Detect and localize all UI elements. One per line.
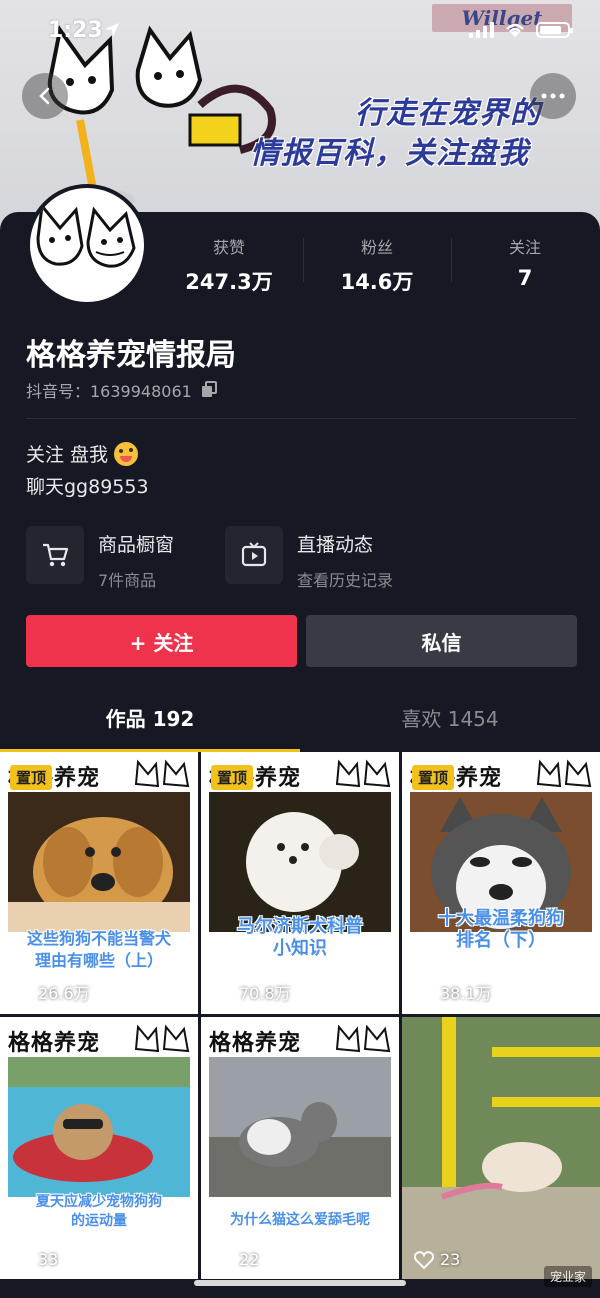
profile-stats: 获赞 247.3万 粉丝 14.6万 关注 7 [155,230,600,294]
video-caption: 夏天应减少宠物狗狗 的运动量 [36,1194,162,1229]
status-time: 1:23 [48,18,103,43]
pinned-badge: 置顶 [211,765,254,790]
stat-label: 获赞 [212,238,245,257]
wifi-icon [506,23,524,37]
tab-works[interactable]: 作品 192 [0,690,300,752]
card-header: 格格养宠 [8,1031,101,1056]
like-count-text: 70.8万 [239,984,291,1003]
video-caption: 十大最温柔狗狗 排名（下） [438,908,564,951]
stat-value: 7 [517,266,533,290]
live-history-title: 直播动态 [297,534,374,556]
video-thumbnail [209,792,391,932]
chevron-left-icon [39,87,50,105]
video-caption: 马尔济斯犬科普 小知识 [237,916,363,959]
douyin-id-text: 抖音号：1639948061 [26,382,192,401]
pinned-badge: 置顶 [412,765,455,790]
cats-doodle-icon [335,1024,391,1053]
like-count: 33 [12,1250,58,1269]
video-card[interactable]: 格格养宠 置顶 这些狗狗不能当警犬 理由有哪些（上） 26.6万 [0,752,198,1014]
tab-likes[interactable]: 喜欢 1454 [300,690,600,752]
back-button[interactable] [22,73,68,119]
like-count-text: 23 [440,1250,461,1269]
bio-line2: 聊天gg89553 [26,476,149,498]
live-tv-icon [225,526,283,584]
content-tabs: 作品 192 喜欢 1454 [0,690,600,752]
shopping-cart-icon [26,526,84,584]
stat-value: 14.6万 [340,270,414,294]
like-count: 38.1万 [414,980,492,1004]
avatar-cats-image [36,202,136,268]
more-dots-icon [541,93,565,99]
home-indicator[interactable] [194,1280,406,1286]
bio-text: 关注 盘我 [26,444,109,466]
copy-icon [201,381,217,397]
video-thumbnail [209,1057,391,1197]
divider [26,418,576,419]
cover-slogan-line1: 行走在宠界的 [355,96,541,131]
video-card[interactable]: 格格养宠 夏天应减少宠物狗狗 的运动量 33 [0,1017,198,1279]
video-thumbnail [402,1017,600,1279]
shop-window-title: 商品橱窗 [98,534,175,556]
video-card[interactable]: 格格养宠 为什么猫这么爱舔毛呢 22 [201,1017,399,1279]
video-thumbnail [8,792,190,932]
like-count-text: 22 [239,1250,260,1269]
watermark: 宠业家 [543,1266,592,1287]
heart-icon [213,983,233,1001]
video-caption: 这些狗狗不能当警犬 理由有哪些（上） [26,929,171,970]
like-count-text: 33 [38,1250,59,1269]
cats-doodle-icon [536,759,592,788]
like-count: 22 [213,1250,259,1269]
cover-slogan-line2: 情报百科，关注盘我 [250,136,529,171]
profile-name: 格格养宠情报局 [26,338,236,373]
stat-fans[interactable]: 粉丝 14.6万 [303,230,451,294]
stat-label: 关注 [508,238,541,257]
video-thumbnail [8,1057,190,1197]
avatar[interactable] [26,184,148,306]
heart-icon [414,1250,434,1269]
cats-doodle-icon [134,759,190,788]
like-count: 26.6万 [12,980,90,1004]
cellular-signal-icon [469,22,494,38]
location-arrow-icon [105,23,119,37]
stat-value: 247.3万 [185,270,273,294]
pinned-badge: 置顶 [10,765,53,790]
like-count-text: 38.1万 [440,984,492,1003]
stat-label: 粉丝 [360,238,393,257]
video-caption: 为什么猫这么爱舔毛呢 [230,1212,370,1228]
video-card[interactable]: 格格养宠 置顶 十大最温柔狗狗 排名（下） 38.1万 [402,752,600,1014]
video-card[interactable]: 23 [402,1017,600,1279]
heart-icon [414,983,434,1001]
profile-panel: 获赞 247.3万 粉丝 14.6万 关注 7 格格养宠情报局 抖音号：1639… [0,184,600,752]
live-history-entry[interactable]: 直播动态 查看历史记录 [225,526,393,591]
heart-icon [213,1250,233,1269]
live-history-subtitle: 查看历史记录 [297,571,394,590]
like-count: 23 [414,1250,460,1269]
battery-icon [536,22,573,38]
zany-face-emoji-icon [114,441,139,466]
status-icons [469,22,573,38]
video-grid: 格格养宠 置顶 这些狗狗不能当警犬 理由有哪些（上） 26.6万 格格养宠 置顶… [0,752,600,1298]
heart-icon [12,1250,32,1269]
shop-window-entry[interactable]: 商品橱窗 7件商品 [26,526,174,591]
stat-likes[interactable]: 获赞 247.3万 [155,230,303,294]
cats-doodle-icon [134,1024,190,1053]
more-button[interactable] [530,73,576,119]
status-bar: 1:23 [0,0,600,60]
video-card[interactable]: 格格养宠 置顶 马尔济斯犬科普 小知识 70.8万 [201,752,399,1014]
message-button[interactable]: 私信 [306,615,577,667]
stat-following[interactable]: 关注 7 [451,230,599,290]
shop-window-subtitle: 7件商品 [98,571,157,590]
bio-line1: 关注 盘我 [26,440,139,467]
follow-button[interactable]: + 关注 [26,615,297,667]
like-count: 70.8万 [213,980,291,1004]
cats-doodle-icon [335,759,391,788]
douyin-id[interactable]: 抖音号：1639948061 [26,378,218,402]
like-count-text: 26.6万 [38,984,90,1003]
heart-icon [12,983,32,1001]
card-header: 格格养宠 [209,1031,302,1056]
